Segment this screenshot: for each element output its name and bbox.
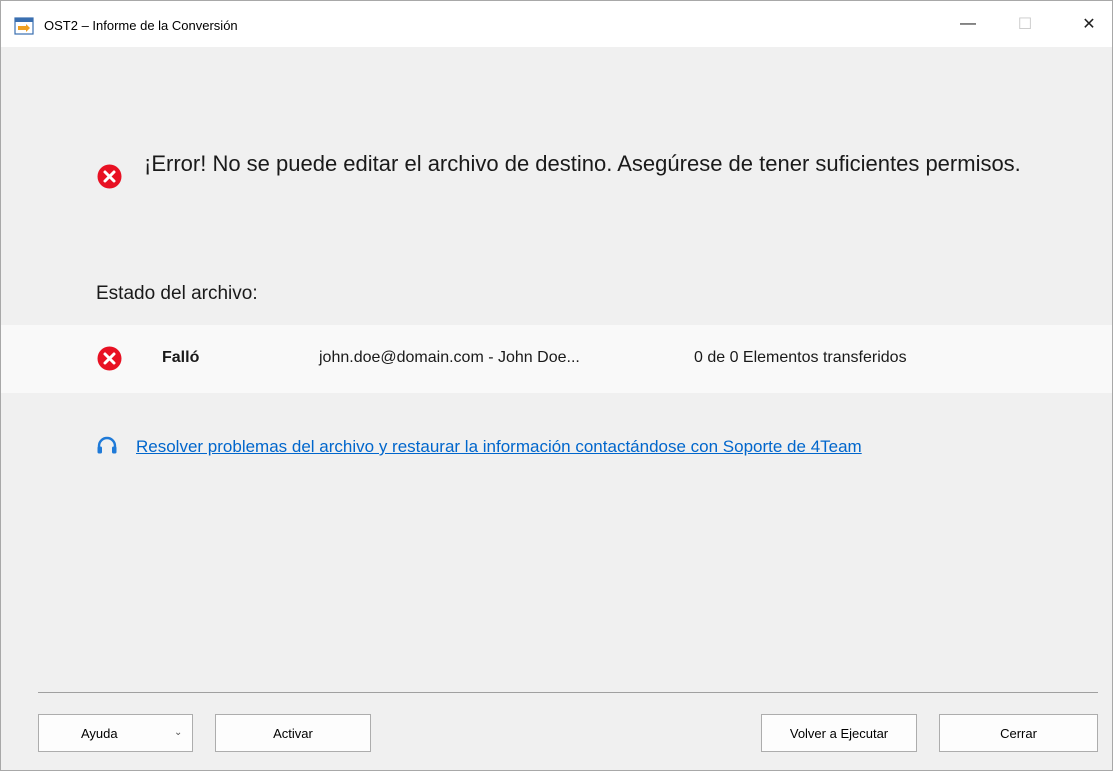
maximize-icon: ☐: [1017, 16, 1033, 33]
row-account-text: john.doe@domain.com - John Doe...: [319, 349, 580, 366]
error-circle-icon: [97, 164, 122, 189]
maximize-button[interactable]: ☐: [1002, 1, 1048, 47]
error-message: ¡Error! No se puede editar el archivo de…: [144, 151, 1021, 176]
help-button-label: Ayuda: [81, 726, 118, 741]
rerun-button-label: Volver a Ejecutar: [789, 725, 889, 741]
file-status-label: Estado del archivo:: [96, 283, 258, 304]
window-title: OST2 – Informe de la Conversión: [44, 18, 238, 33]
title-bar[interactable]: OST2 – Informe de la Conversión — ☐ ✕: [1, 1, 1112, 47]
close-button-label: Cerrar: [1000, 725, 1037, 741]
app-icon: [14, 17, 34, 35]
support-link[interactable]: Resolver problemas del archivo y restaur…: [136, 437, 862, 457]
error-circle-icon: [97, 346, 122, 371]
footer-divider: [38, 692, 1098, 693]
minimize-icon: —: [960, 15, 976, 32]
rerun-button[interactable]: Volver a Ejecutar: [761, 714, 917, 752]
activate-button-label: Activar: [273, 725, 313, 741]
activate-button[interactable]: Activar: [215, 714, 371, 752]
conversion-report-window: OST2 – Informe de la Conversión — ☐ ✕ ¡E…: [0, 0, 1113, 771]
minimize-button[interactable]: —: [945, 1, 991, 47]
close-window-button[interactable]: ✕: [1066, 1, 1112, 47]
help-dropdown-button[interactable]: Ayuda ⌄: [38, 714, 193, 752]
headset-icon: [97, 436, 117, 454]
close-button[interactable]: Cerrar: [939, 714, 1098, 752]
row-items-transferred: 0 de 0 Elementos transferidos: [694, 349, 907, 366]
chevron-down-icon: ⌄: [174, 727, 183, 738]
close-icon: ✕: [1082, 16, 1096, 33]
row-status-text: Falló: [162, 349, 200, 366]
file-status-row: Falló john.doe@domain.com - John Doe... …: [1, 325, 1112, 393]
